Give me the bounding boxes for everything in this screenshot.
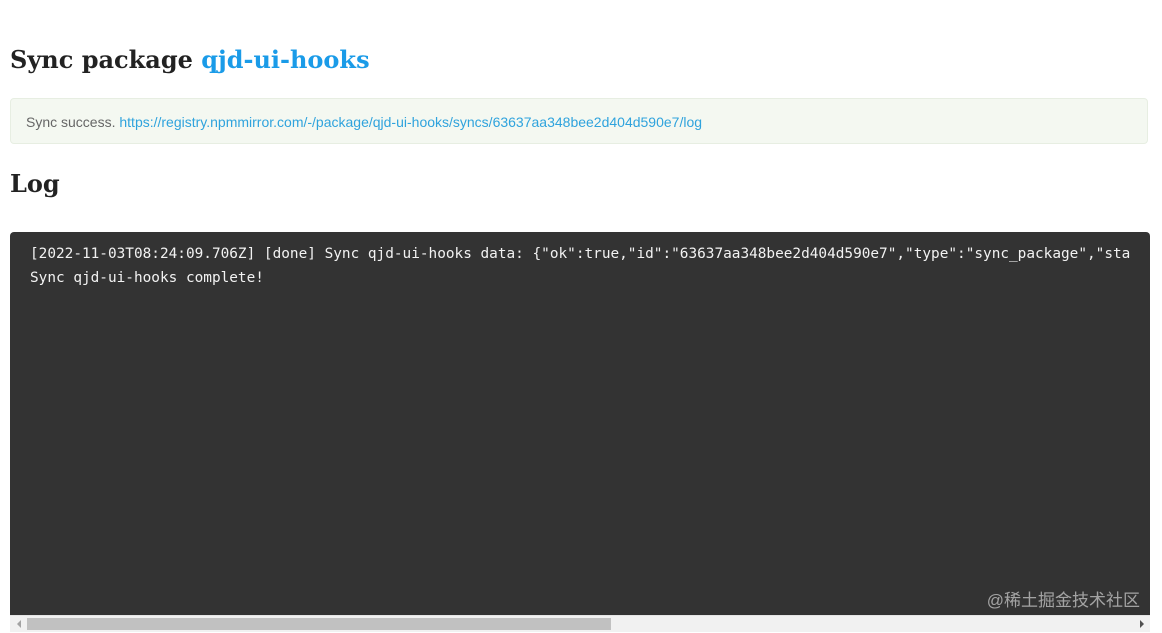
page-title: Sync package qjd-ui-hooks <box>10 40 370 80</box>
log-title: Log <box>10 169 60 198</box>
log-text: [2022-11-03T08:24:09.706Z] [done] Sync q… <box>10 232 1150 290</box>
sync-success-alert: Sync success. https://registry.npmmirror… <box>10 98 1148 144</box>
scroll-right-arrow-icon[interactable] <box>1133 616 1150 632</box>
sync-status-text: Sync success. <box>26 114 116 130</box>
package-name-link[interactable]: qjd-ui-hooks <box>201 45 369 74</box>
horizontal-scrollbar[interactable] <box>10 615 1150 632</box>
sync-log-link[interactable]: https://registry.npmmirror.com/-/package… <box>119 114 702 130</box>
page-title-prefix: Sync package <box>10 45 193 74</box>
scroll-left-arrow-icon[interactable] <box>10 616 27 632</box>
log-output[interactable]: [2022-11-03T08:24:09.706Z] [done] Sync q… <box>10 232 1150 615</box>
watermark: @稀土掘金技术社区 <box>986 591 1140 610</box>
log-line: [2022-11-03T08:24:09.706Z] [done] Sync q… <box>30 246 1131 262</box>
scroll-thumb[interactable] <box>27 618 611 630</box>
log-line: Sync qjd-ui-hooks complete! <box>30 270 264 286</box>
sync-page: Sync package qjd-ui-hooks Sync success. … <box>0 0 1162 633</box>
